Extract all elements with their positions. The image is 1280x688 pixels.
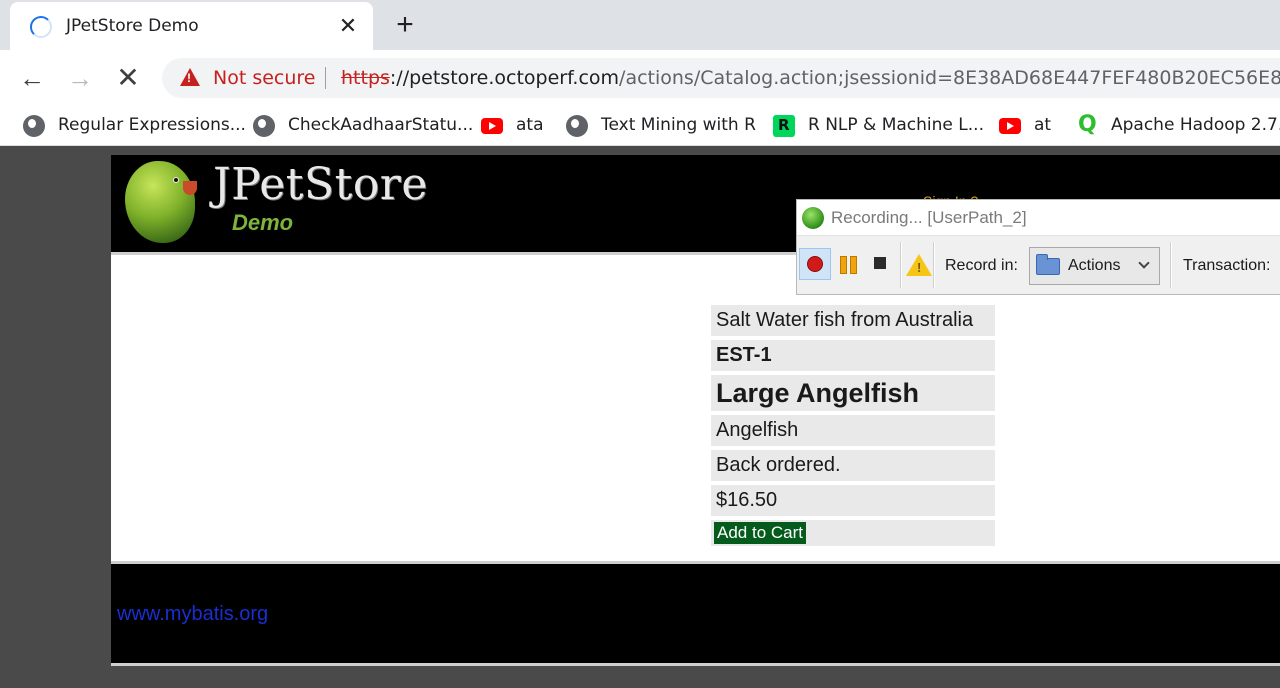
bookmark-label: Regular Expressions... — [58, 115, 246, 135]
url-host: ://petstore.octoperf.com — [389, 67, 620, 89]
site-footer: www.mybatis.org — [111, 561, 1280, 666]
record-in-label: Record in: — [945, 257, 1018, 274]
globe-icon — [566, 115, 588, 137]
pause-button[interactable] — [833, 248, 865, 280]
logo-subtitle: Demo — [232, 210, 294, 235]
bookmark-text-mining[interactable]: Text Mining with R — [566, 114, 756, 138]
record-button[interactable] — [799, 248, 831, 280]
youtube-icon — [999, 118, 1021, 134]
mybatis-link[interactable]: www.mybatis.org — [117, 603, 268, 626]
back-arrow-icon[interactable]: ← — [16, 63, 48, 95]
bookmark-label: at — [1034, 115, 1052, 135]
warning-triangle-icon[interactable] — [180, 68, 200, 86]
record-in-select[interactable]: Actions — [1029, 247, 1160, 285]
logo-title[interactable]: JPetStore — [213, 159, 428, 210]
bookmark-label: R NLP & Machine L... — [808, 115, 984, 135]
close-tab-icon[interactable]: ✕ — [336, 13, 360, 39]
loading-spinner-icon — [30, 16, 52, 38]
rnlp-icon — [773, 115, 795, 137]
bookmark-label: Text Mining with R — [601, 115, 756, 135]
parrot-beak — [183, 181, 197, 195]
bookmark-regular-expressions[interactable]: Regular Expressions... — [23, 114, 246, 138]
youtube-icon — [481, 118, 503, 134]
record-in-value: Actions — [1068, 257, 1121, 274]
browser-toolbar: ← → ✕ Not secure https://petstore.octope… — [0, 50, 1280, 106]
item-detail-table: Salt Water fish from Australia EST-1 Lar… — [711, 305, 995, 550]
toolbar-divider — [1170, 242, 1172, 288]
bookmark-at[interactable]: at — [999, 114, 1059, 138]
new-tab-button[interactable]: + — [392, 8, 418, 42]
security-status[interactable]: Not secure — [213, 67, 316, 89]
toolbar-divider — [933, 242, 935, 288]
tab-strip: JPetStore Demo ✕ + — [0, 0, 1280, 50]
address-bar[interactable]: Not secure https://petstore.octoperf.com… — [162, 58, 1280, 98]
recorder-title: Recording... [UserPath_2] — [831, 208, 1027, 227]
url-text[interactable]: https://petstore.octoperf.com/actions/Ca… — [341, 67, 1280, 89]
recording-toolbar-window[interactable]: Recording... [UserPath_2] Record in: Act… — [796, 199, 1280, 295]
browser-tab[interactable]: JPetStore Demo ✕ — [10, 2, 373, 50]
recorder-controls: Record in: Actions Transaction: — [797, 236, 1280, 294]
stop-button[interactable] — [865, 248, 897, 280]
parrot-eye — [173, 177, 179, 183]
warning-icon[interactable] — [903, 248, 935, 280]
tab-title: JPetStore Demo — [66, 16, 199, 36]
toolbar-divider — [900, 242, 902, 288]
transaction-label: Transaction: — [1183, 257, 1271, 274]
octoperf-logo-icon — [802, 207, 824, 229]
globe-icon — [23, 115, 45, 137]
item-description: Salt Water fish from Australia — [711, 305, 995, 336]
folder-icon — [1036, 254, 1060, 275]
item-stock-status: Back ordered. — [711, 450, 995, 481]
url-path: /actions/Catalog.action;jsessionid=8E38A… — [619, 67, 1280, 89]
hadoop-q-icon — [1076, 114, 1098, 137]
bookmark-label: Apache Hadoop 2.7... — [1111, 115, 1280, 135]
forward-arrow-icon[interactable]: → — [64, 63, 96, 95]
stop-loading-icon[interactable]: ✕ — [112, 63, 144, 95]
globe-icon — [253, 115, 275, 137]
address-divider — [325, 67, 326, 89]
item-product: Angelfish — [711, 415, 995, 446]
bookmark-ata[interactable]: ata — [481, 114, 551, 138]
bookmark-label: CheckAadhaarStatu... — [288, 115, 474, 135]
bookmark-apache-hadoop[interactable]: Apache Hadoop 2.7... — [1076, 114, 1280, 138]
chevron-down-icon — [1138, 257, 1150, 269]
bookmark-checkaadhaar[interactable]: CheckAadhaarStatu... — [253, 114, 473, 138]
item-name: Large Angelfish — [711, 375, 995, 411]
bookmark-label: ata — [516, 115, 544, 135]
item-price: $16.50 — [711, 485, 995, 516]
recorder-titlebar[interactable]: Recording... [UserPath_2] — [797, 200, 1280, 236]
bookmark-r-nlp[interactable]: R NLP & Machine L... — [773, 114, 984, 138]
url-scheme: https — [341, 67, 390, 89]
add-to-cart-button[interactable]: Add to Cart — [714, 522, 806, 544]
item-cart-row: Add to Cart — [711, 520, 995, 546]
item-id: EST-1 — [711, 340, 995, 371]
parrot-logo-icon[interactable] — [125, 161, 197, 243]
bookmarks-bar: Regular Expressions... CheckAadhaarStatu… — [0, 106, 1280, 146]
